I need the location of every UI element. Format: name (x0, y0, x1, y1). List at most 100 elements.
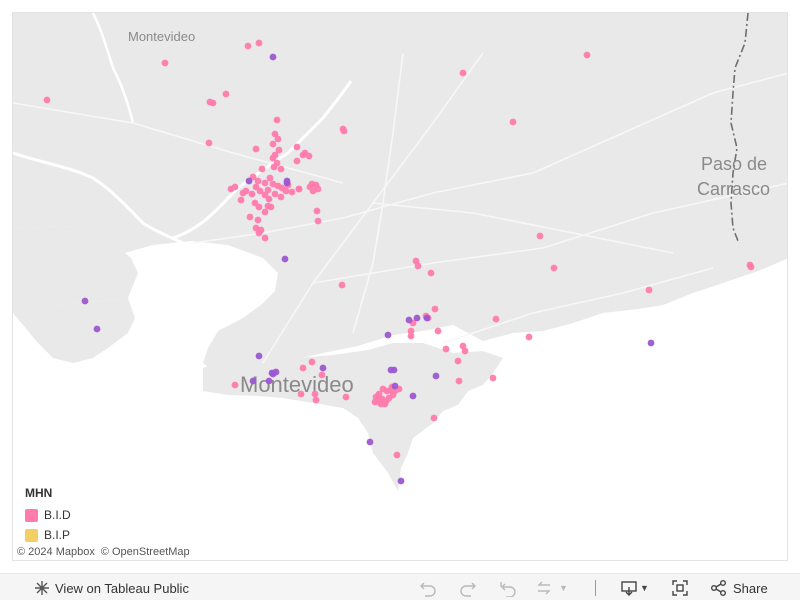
map-point-bid[interactable] (318, 371, 326, 379)
map-point-bid[interactable] (431, 305, 439, 313)
map-point-bid[interactable] (261, 208, 269, 216)
map-point-bid[interactable] (255, 39, 263, 47)
map-point-bid[interactable] (385, 394, 393, 402)
map-point-bid[interactable] (277, 165, 285, 173)
map-point-purple[interactable] (265, 377, 273, 385)
fullscreen-button[interactable] (671, 578, 689, 598)
map-point-bid[interactable] (393, 451, 401, 459)
map-point-purple[interactable] (391, 382, 399, 390)
map-point-bid[interactable] (270, 163, 278, 171)
map-point-bid[interactable] (273, 116, 281, 124)
map-point-bid[interactable] (267, 203, 275, 211)
map-point-bid[interactable] (550, 264, 558, 272)
map-point-bid[interactable] (246, 213, 254, 221)
map-point-bid[interactable] (209, 99, 217, 107)
map-point-bid[interactable] (299, 151, 307, 159)
map-point-bid[interactable] (308, 358, 316, 366)
redo-button[interactable] (459, 578, 477, 598)
map-point-bid[interactable] (427, 269, 435, 277)
map-point-purple[interactable] (397, 477, 405, 485)
map-point-purple[interactable] (423, 314, 431, 322)
map-point-purple[interactable] (93, 325, 101, 333)
map-canvas[interactable]: Montevideo Montevideo Paso de Carrasco (13, 13, 788, 561)
map-point-bid[interactable] (371, 398, 379, 406)
map-point-bid[interactable] (248, 190, 256, 198)
map-point-bid[interactable] (461, 347, 469, 355)
map-point-bid[interactable] (254, 177, 262, 185)
map-point-purple[interactable] (405, 316, 413, 324)
legend-item-bip[interactable]: B.I.P (25, 525, 71, 545)
map-point-bid[interactable] (489, 374, 497, 382)
map-point-bid[interactable] (274, 135, 282, 143)
map-point-bid[interactable] (454, 357, 462, 365)
map-point-purple[interactable] (255, 352, 263, 360)
refresh-button[interactable]: ▼ (535, 578, 568, 598)
map-point-bid[interactable] (583, 51, 591, 59)
map-point-bid[interactable] (509, 118, 517, 126)
map-point-bid[interactable] (340, 127, 348, 135)
map-point-purple[interactable] (413, 314, 421, 322)
map-point-bid[interactable] (381, 400, 389, 408)
map-point-bid[interactable] (293, 157, 301, 165)
map-point-bid[interactable] (261, 179, 269, 187)
share-button[interactable]: Share (710, 578, 768, 598)
map-point-bid[interactable] (525, 333, 533, 341)
map-point-bid[interactable] (442, 345, 450, 353)
map-point-bid[interactable] (222, 90, 230, 98)
map-point-bid[interactable] (311, 390, 319, 398)
map-point-bid[interactable] (434, 327, 442, 335)
map-point-bid[interactable] (231, 381, 239, 389)
map-point-bid[interactable] (747, 263, 755, 271)
map-point-bid[interactable] (161, 59, 169, 67)
map-point-bid[interactable] (266, 174, 274, 182)
map-point-bid[interactable] (237, 196, 245, 204)
map-point-purple[interactable] (390, 366, 398, 374)
map-point-bid[interactable] (455, 377, 463, 385)
map-point-bid[interactable] (295, 185, 303, 193)
map-point-purple[interactable] (281, 255, 289, 263)
map-point-bid[interactable] (536, 232, 544, 240)
map-point-bid[interactable] (254, 216, 262, 224)
map-point-purple[interactable] (647, 339, 655, 347)
map-point-bid[interactable] (314, 217, 322, 225)
osm-attribution[interactable]: © OpenStreetMap (101, 546, 190, 558)
map-point-bid[interactable] (43, 96, 51, 104)
map-point-bid[interactable] (242, 187, 250, 195)
map-point-purple[interactable] (409, 392, 417, 400)
view-on-tableau-button[interactable]: View on Tableau Public (33, 578, 189, 598)
map-point-purple[interactable] (245, 177, 253, 185)
map-point-bid[interactable] (338, 281, 346, 289)
map-point-bid[interactable] (645, 286, 653, 294)
refresh-dropdown-icon[interactable]: ▼ (559, 583, 568, 593)
map-point-bid[interactable] (244, 42, 252, 50)
map-point-bid[interactable] (255, 229, 263, 237)
legend-item-bid[interactable]: B.I.D (25, 505, 71, 525)
map-point-bid[interactable] (252, 145, 260, 153)
map-point-bid[interactable] (407, 332, 415, 340)
map-point-bid[interactable] (231, 183, 239, 191)
revert-button[interactable] (499, 578, 517, 598)
map-point-bid[interactable] (492, 315, 500, 323)
map-point-bid[interactable] (342, 393, 350, 401)
map-point-purple[interactable] (272, 368, 280, 376)
map-point-bid[interactable] (306, 183, 314, 191)
map-point-bid[interactable] (288, 188, 296, 196)
map-point-purple[interactable] (249, 377, 257, 385)
mapbox-attribution[interactable]: © 2024 Mapbox (17, 546, 95, 558)
map-point-bid[interactable] (265, 195, 273, 203)
map-point-purple[interactable] (384, 331, 392, 339)
map-point-bid[interactable] (277, 193, 285, 201)
map-point-bid[interactable] (258, 165, 266, 173)
map-point-bid[interactable] (299, 364, 307, 372)
map-point-bid[interactable] (297, 390, 305, 398)
map-point-purple[interactable] (432, 372, 440, 380)
map-point-purple[interactable] (366, 438, 374, 446)
map-point-bid[interactable] (414, 262, 422, 270)
map-point-bid[interactable] (271, 190, 279, 198)
download-button[interactable]: ▼ (620, 578, 649, 598)
map-point-bid[interactable] (312, 396, 320, 404)
map-point-purple[interactable] (269, 53, 277, 61)
map-point-bid[interactable] (313, 207, 321, 215)
map-point-bid[interactable] (430, 414, 438, 422)
map-point-bid[interactable] (282, 187, 290, 195)
